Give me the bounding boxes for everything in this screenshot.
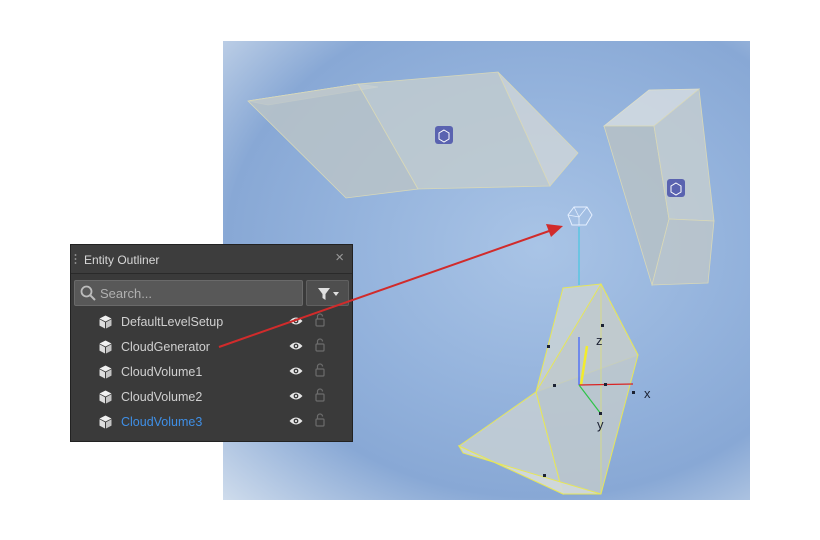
entity-label: CloudVolume3 [121, 415, 203, 429]
cube-icon [99, 315, 112, 329]
cloud-volume-2-mesh[interactable] [602, 88, 715, 287]
search-box[interactable] [74, 280, 303, 306]
chevron-down-icon [333, 292, 339, 296]
entity-label: CloudGenerator [121, 340, 210, 354]
entity-cube-icon [667, 179, 685, 197]
panel-titlebar[interactable]: Entity Outliner × [71, 245, 352, 274]
filter-button[interactable] [306, 280, 349, 306]
gizmo-y-label: y [597, 417, 604, 432]
cloud-volume-3-mesh[interactable] [457, 282, 639, 495]
lock-icon[interactable] [315, 363, 325, 377]
gizmo-x-label: x [644, 386, 651, 401]
lock-icon[interactable] [315, 388, 325, 402]
search-row [74, 280, 349, 306]
list-item-selected[interactable]: CloudVolume3 [71, 410, 352, 435]
visibility-eye-icon[interactable] [289, 366, 303, 376]
list-item[interactable]: CloudGenerator [71, 335, 352, 360]
cube-icon [99, 415, 112, 429]
cube-icon [99, 365, 112, 379]
close-icon[interactable]: × [335, 250, 344, 266]
cube-icon [99, 390, 112, 404]
lock-icon[interactable] [315, 338, 325, 352]
panel-title: Entity Outliner [84, 253, 160, 267]
filter-icon [318, 288, 339, 300]
gizmo-z-label: z [596, 333, 603, 348]
visibility-eye-icon[interactable] [289, 341, 303, 351]
visibility-eye-icon[interactable] [289, 316, 303, 326]
entity-outliner-panel: Entity Outliner × DefaultLevelSetup [70, 244, 353, 442]
list-item[interactable]: DefaultLevelSetup [71, 310, 352, 335]
lock-icon[interactable] [315, 413, 325, 427]
search-icon [80, 285, 96, 301]
cube-icon [99, 340, 112, 354]
lock-icon[interactable] [315, 313, 325, 327]
search-input[interactable] [100, 283, 295, 303]
entity-label: DefaultLevelSetup [121, 315, 224, 329]
list-item[interactable]: CloudVolume2 [71, 385, 352, 410]
cloud-volume-1-mesh[interactable] [247, 71, 579, 199]
visibility-eye-icon[interactable] [289, 416, 303, 426]
drag-grip-icon[interactable] [74, 253, 77, 266]
list-item[interactable]: CloudVolume1 [71, 360, 352, 385]
entity-label: CloudVolume2 [121, 390, 203, 404]
entity-cube-icon [435, 126, 453, 144]
entity-label: CloudVolume1 [121, 365, 203, 379]
cloud-generator-gizmo[interactable] [567, 206, 593, 285]
visibility-eye-icon[interactable] [289, 391, 303, 401]
